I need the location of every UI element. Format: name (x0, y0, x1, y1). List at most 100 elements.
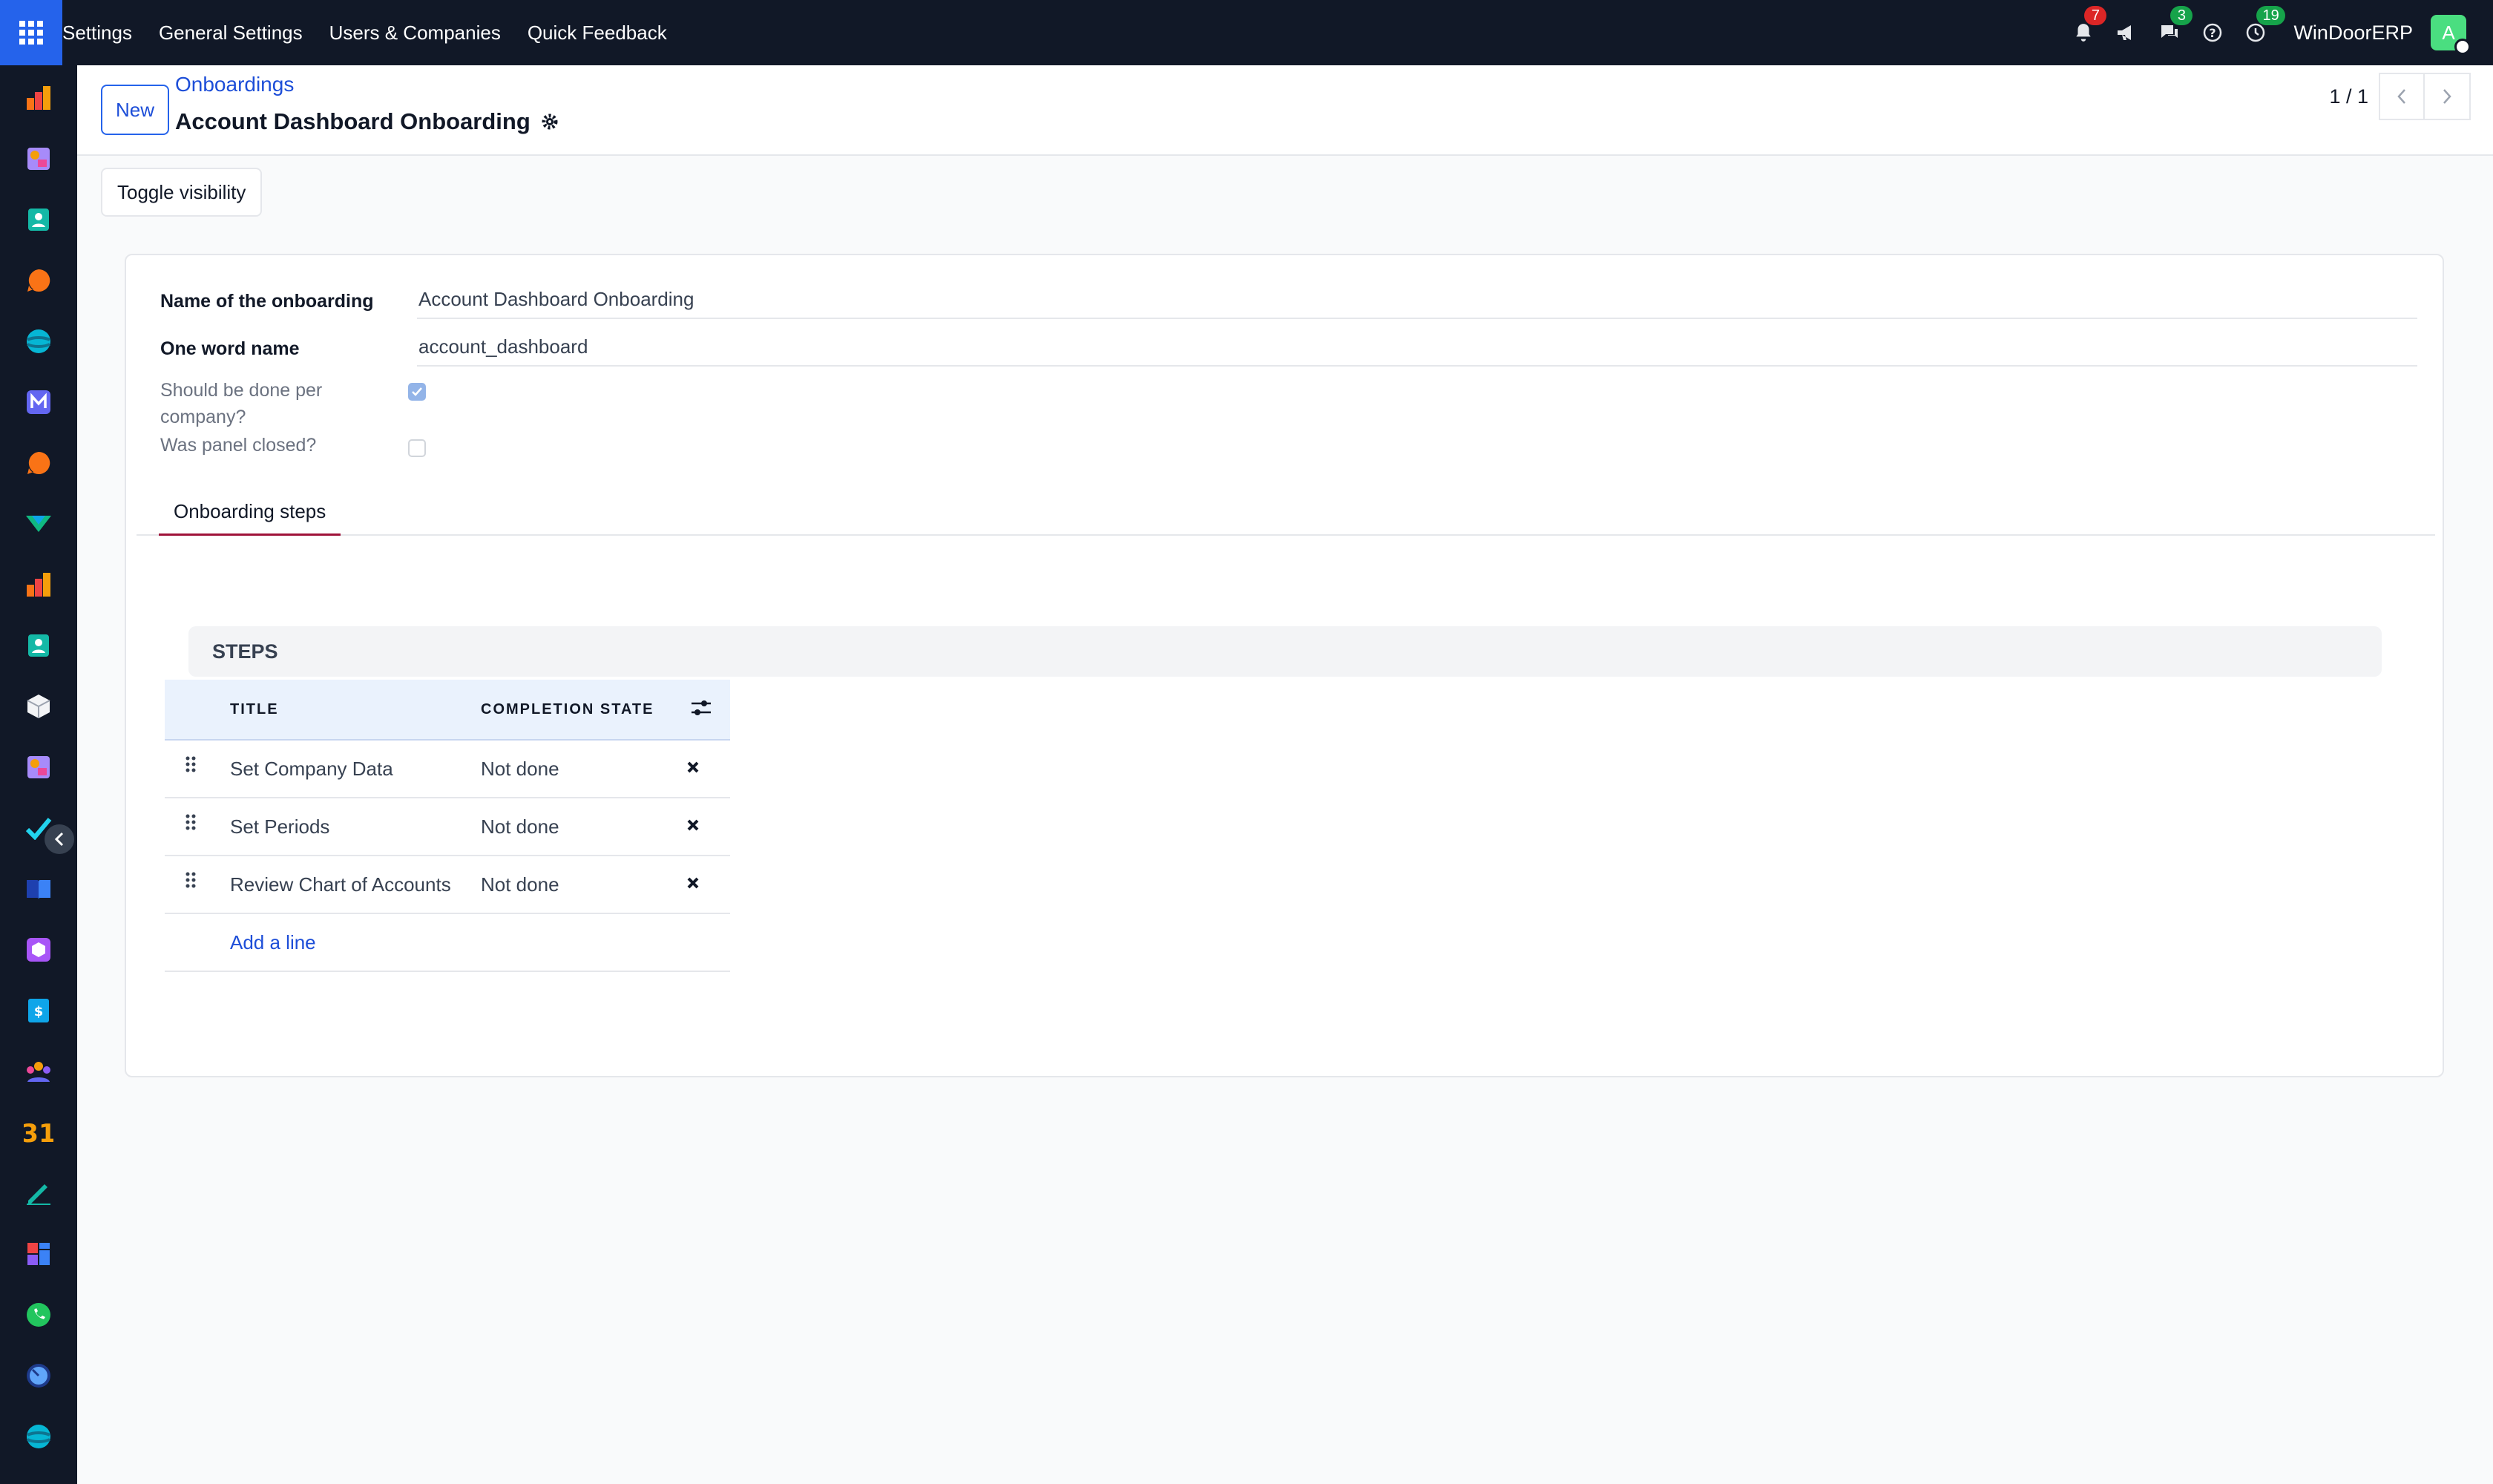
sidebar-app-studio[interactable] (22, 1238, 55, 1270)
sidebar-app-website[interactable] (22, 325, 55, 358)
panel-closed-checkbox[interactable] (408, 439, 426, 457)
sidebar-app-contacts[interactable] (22, 203, 55, 236)
pager-previous-button[interactable] (2379, 73, 2425, 120)
sidebar-app-employees[interactable] (22, 629, 55, 662)
toggle-visibility-button[interactable]: Toggle visibility (101, 168, 263, 217)
menu-settings[interactable]: Settings (62, 22, 132, 45)
delete-icon[interactable] (686, 760, 700, 775)
dollar-doc-icon: $ (28, 999, 49, 1022)
app-menu-button[interactable] (0, 0, 62, 65)
whatsapp-icon (27, 1303, 50, 1327)
chat-bubble-icon (27, 269, 50, 292)
pager-counter[interactable]: 1 / 1 (2329, 85, 2368, 108)
table-row[interactable]: Set Periods Not done (165, 798, 730, 856)
optional-columns-icon[interactable] (690, 697, 712, 718)
name-field[interactable]: Account Dashboard Onboarding (417, 288, 2417, 319)
menu-quick-feedback[interactable]: Quick Feedback (528, 22, 667, 45)
book-icon (27, 880, 50, 899)
dial-icon (27, 1364, 50, 1388)
sidebar-app-sales[interactable] (22, 508, 55, 540)
help-button[interactable]: ? (2191, 0, 2234, 65)
panel-closed-label: Was panel closed? (160, 435, 317, 456)
contact-card-icon (28, 634, 49, 657)
sidebar-app-livechat[interactable] (22, 447, 55, 479)
delete-icon[interactable] (686, 818, 700, 833)
table-row[interactable]: Set Company Data Not done (165, 741, 730, 798)
add-line-row: Add a line (165, 914, 730, 972)
breadcrumb[interactable]: Onboardings (175, 73, 294, 96)
column-completion-state[interactable]: COMPLETION STATE (481, 680, 654, 739)
page-title: Account Dashboard Onboarding (175, 108, 559, 135)
step-title[interactable]: Set Periods (230, 798, 329, 855)
palette-icon (27, 756, 50, 778)
sidebar-app-dashboard[interactable] (22, 82, 55, 114)
add-line-link[interactable]: Add a line (230, 914, 316, 971)
checkmark-icon (412, 387, 422, 396)
messages-button[interactable]: 3 (2148, 0, 2193, 65)
sidebar-app-discuss[interactable] (22, 264, 55, 297)
sidebar-app-calendar[interactable]: 31 (22, 1116, 55, 1149)
step-state[interactable]: Not done (481, 798, 559, 855)
messages-badge: 3 (2170, 6, 2193, 25)
chat-icon (2161, 25, 2178, 38)
avatar-letter: A (2442, 21, 2455, 44)
step-state[interactable]: Not done (481, 856, 559, 913)
per-company-checkbox[interactable] (408, 383, 426, 401)
sidebar-app-whatsapp[interactable] (22, 1298, 55, 1331)
notebook-tabs: Onboarding steps (137, 490, 2435, 536)
sidebar-app-email-marketing[interactable] (22, 386, 55, 418)
form-sheet: Name of the onboarding Account Dashboard… (125, 254, 2444, 1077)
table-row[interactable]: Review Chart of Accounts Not done (165, 856, 730, 914)
clock-icon (2247, 23, 2265, 42)
svg-text:$: $ (34, 1004, 44, 1020)
help-icon: ? (2204, 23, 2222, 42)
drag-handle-icon[interactable] (185, 755, 196, 776)
svg-text:?: ? (2210, 26, 2216, 40)
chevron-left-icon (2397, 89, 2405, 104)
step-title[interactable]: Set Company Data (230, 741, 393, 797)
contact-card-icon (28, 209, 49, 231)
svg-text:31: 31 (24, 1120, 53, 1145)
steps-section-header: STEPS (188, 626, 2382, 677)
sidebar-app-project[interactable] (22, 812, 55, 844)
pen-icon (27, 1184, 50, 1205)
drag-handle-icon[interactable] (185, 871, 196, 892)
tab-onboarding-steps[interactable]: Onboarding steps (159, 490, 341, 536)
delete-icon[interactable] (686, 876, 700, 890)
menu-users-companies[interactable]: Users & Companies (329, 22, 501, 45)
box-icon (27, 695, 50, 718)
activities-button[interactable]: 19 (2234, 0, 2285, 65)
new-button[interactable]: New (101, 85, 169, 135)
company-switcher[interactable]: WinDoorERP (2293, 22, 2413, 45)
sidebar-app-inventory[interactable] (22, 690, 55, 723)
step-title[interactable]: Review Chart of Accounts (230, 856, 451, 913)
announcements-button[interactable] (2105, 0, 2148, 65)
sidebar-app-invoicing[interactable]: $ (22, 994, 55, 1027)
top-navbar: Settings General Settings Users & Compan… (0, 0, 2493, 65)
pager-next-button[interactable] (2425, 73, 2471, 120)
sidebar-app-knowledge[interactable] (22, 873, 55, 905)
menu-general-settings[interactable]: General Settings (159, 22, 303, 45)
column-title[interactable]: TITLE (230, 680, 279, 739)
user-avatar[interactable]: A (2431, 15, 2471, 55)
one-word-name-label: One word name (160, 338, 300, 359)
chevron-left-icon (54, 832, 64, 847)
one-word-name-field[interactable]: account_dashboard (417, 335, 2417, 367)
palette-icon (27, 148, 50, 170)
gear-icon[interactable] (541, 113, 559, 131)
sidebar-app-reporting[interactable] (22, 568, 55, 601)
sidebar-app-marketing[interactable] (22, 142, 55, 175)
step-state[interactable]: Not done (481, 741, 559, 797)
sidebar-app-events[interactable] (22, 751, 55, 784)
chart-bars-icon (27, 86, 50, 110)
notifications-button[interactable]: 7 (2062, 0, 2107, 65)
pager: 1 / 1 (2329, 73, 2471, 120)
drag-handle-icon[interactable] (185, 813, 196, 834)
sidebar-app-timer[interactable] (22, 1359, 55, 1392)
bell-icon (2076, 24, 2092, 42)
chart-bars-icon (27, 573, 50, 597)
sidebar-app-team[interactable] (22, 1055, 55, 1088)
sidebar-app-manufacturing[interactable] (22, 933, 55, 966)
sidebar-app-sign[interactable] (22, 1177, 55, 1209)
sidebar-app-website-2[interactable] (22, 1420, 55, 1453)
